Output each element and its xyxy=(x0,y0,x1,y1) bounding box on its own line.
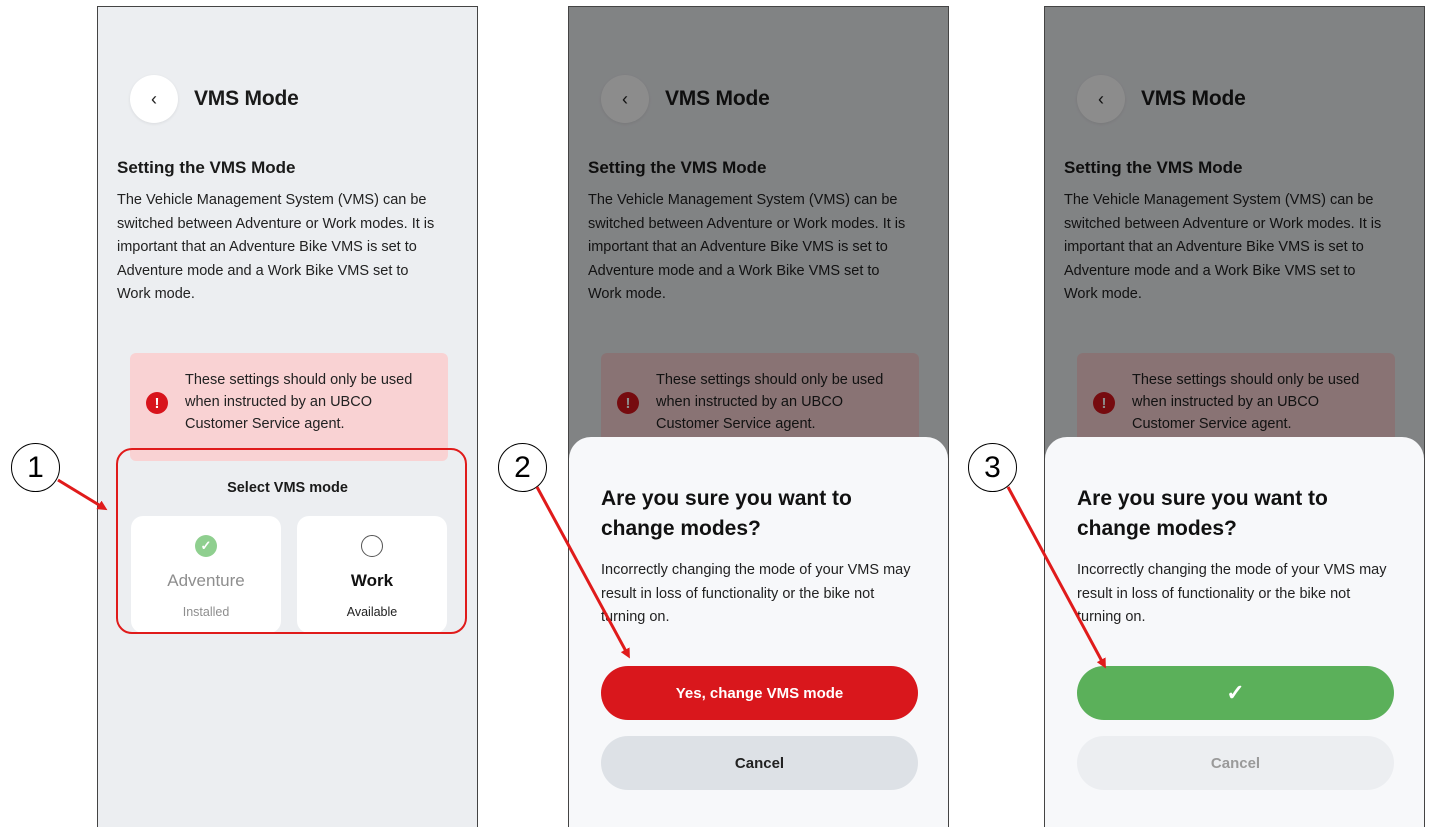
dialog-title: Are you sure you want to change modes? xyxy=(1077,487,1328,540)
confirm-success-button[interactable]: ✓ xyxy=(1077,666,1394,720)
description-text: The Vehicle Management System (VMS) can … xyxy=(117,192,435,302)
screen-confirm-dialog: ‹ VMS Mode Setting the VMS Mode The Vehi… xyxy=(568,6,949,827)
screen-select-mode: ‹ VMS Mode Setting the VMS Mode The Vehi… xyxy=(97,6,478,827)
back-button[interactable]: ‹ xyxy=(130,75,178,123)
checkmark-icon: ✓ xyxy=(1226,680,1245,705)
confirm-sheet: Are you sure you want to change modes? I… xyxy=(1045,437,1424,827)
step-3-marker: 3 xyxy=(968,443,1017,492)
warning-banner: ! These settings should only be used whe… xyxy=(130,353,448,461)
cancel-button: Cancel xyxy=(1077,736,1394,790)
confirm-sheet: Are you sure you want to change modes? I… xyxy=(569,437,948,827)
header: ‹ VMS Mode xyxy=(130,75,299,123)
dialog-body: Incorrectly changing the mode of your VM… xyxy=(1077,562,1387,625)
warning-text: These settings should only be used when … xyxy=(185,372,413,432)
page-title: VMS Mode xyxy=(194,87,299,110)
section-title: Setting the VMS Mode xyxy=(117,158,296,177)
confirm-change-button[interactable]: Yes, change VMS mode xyxy=(601,666,918,720)
step-2-marker: 2 xyxy=(498,443,547,492)
annotation-highlight-box xyxy=(116,448,467,634)
cancel-button[interactable]: Cancel xyxy=(601,736,918,790)
screen-confirmed: ‹ VMS Mode Setting the VMS Mode The Vehi… xyxy=(1044,6,1425,827)
dialog-title: Are you sure you want to change modes? xyxy=(601,487,852,540)
dialog-body: Incorrectly changing the mode of your VM… xyxy=(601,562,911,625)
step-1-marker: 1 xyxy=(11,443,60,492)
exclamation-circle-icon: ! xyxy=(146,392,168,414)
chevron-left-icon: ‹ xyxy=(151,88,157,109)
